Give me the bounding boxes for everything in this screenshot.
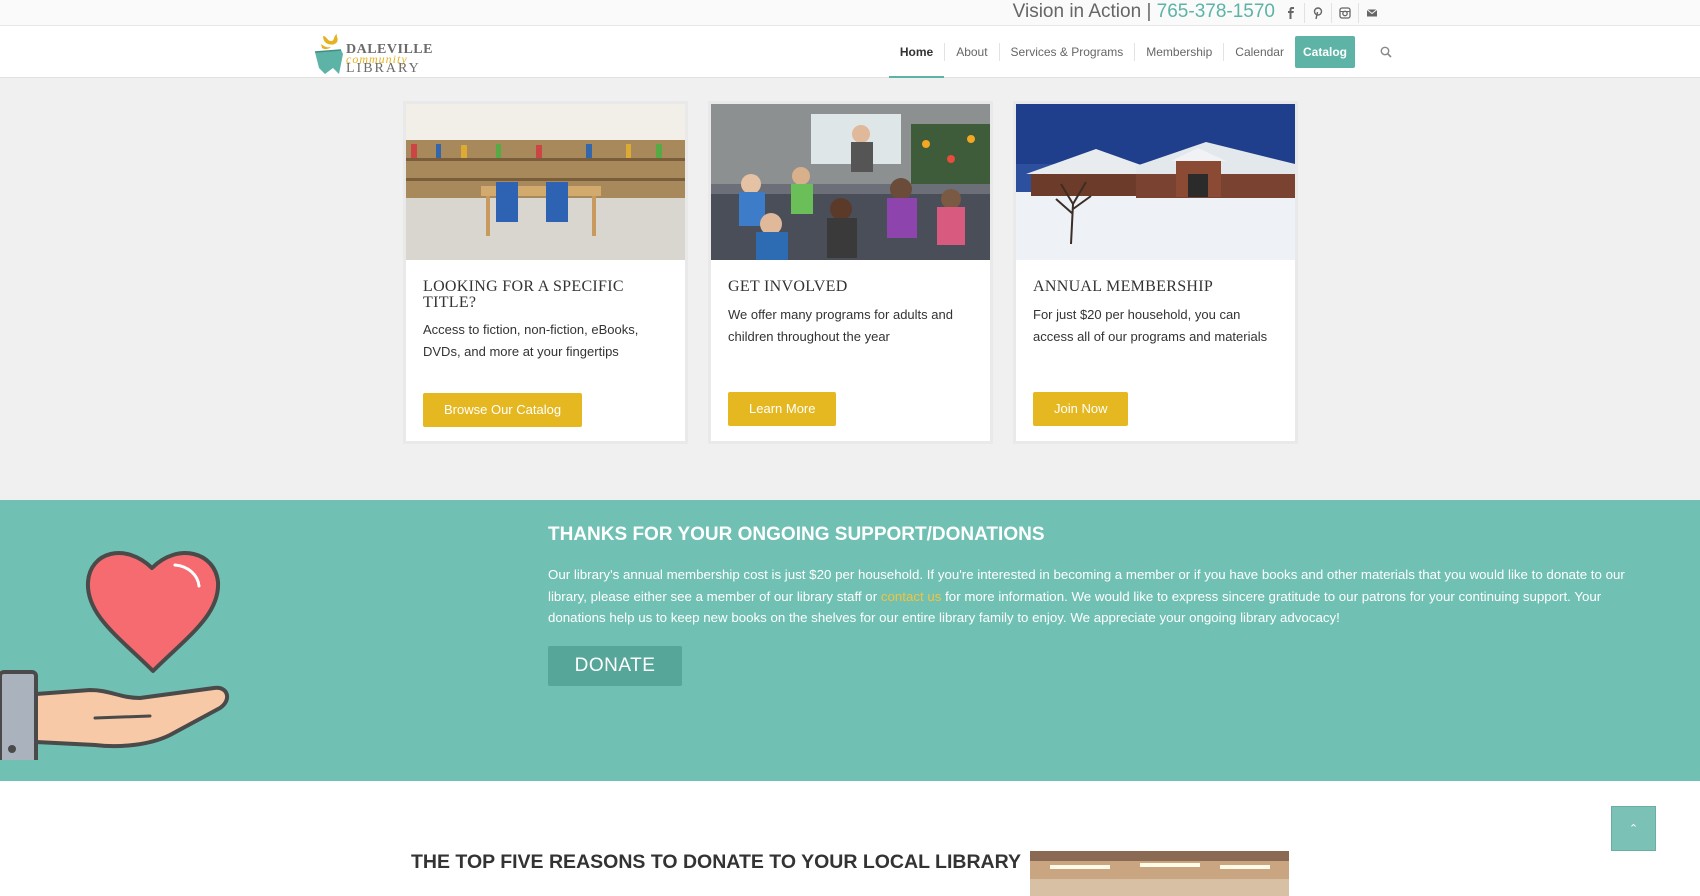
library-interior-photo xyxy=(1030,851,1289,896)
nav-item-about[interactable]: About xyxy=(944,43,998,61)
nav-item-home[interactable]: Home xyxy=(888,43,945,78)
nav-item-catalog[interactable]: Catalog xyxy=(1294,36,1355,68)
feature-cards: LOOKING FOR A SPECIFIC TITLE? Access to … xyxy=(403,101,1298,444)
donate-button[interactable]: DONATE xyxy=(548,646,682,686)
site-header: DALEVILLE community LIBRARY Home About S… xyxy=(0,26,1700,78)
tagline-text: Vision in Action | xyxy=(1012,1,1152,22)
reasons-section: THE TOP FIVE REASONS TO DONATE TO YOUR L… xyxy=(0,781,1700,896)
card-title: ANNUAL MEMBERSHIP xyxy=(1033,278,1214,295)
social-links xyxy=(1277,3,1385,23)
donation-band: THANKS FOR YOUR ONGOING SUPPORT/DONATION… xyxy=(0,500,1700,781)
nav-item-services-programs[interactable]: Services & Programs xyxy=(998,43,1135,61)
scroll-to-top-button[interactable]: ⌃ xyxy=(1611,806,1656,851)
nav-item-membership[interactable]: Membership xyxy=(1134,43,1223,61)
card-title: GET INVOLVED xyxy=(728,278,848,295)
card-title: LOOKING FOR A SPECIFIC TITLE? xyxy=(423,278,624,311)
card-text: For just $20 per household, you can acce… xyxy=(1033,307,1268,344)
facebook-icon[interactable] xyxy=(1277,3,1304,23)
contact-us-link[interactable]: contact us xyxy=(881,589,942,604)
card-catalog: LOOKING FOR A SPECIFIC TITLE? Access to … xyxy=(403,101,688,444)
browse-catalog-button[interactable]: Browse Our Catalog xyxy=(423,393,583,427)
reasons-heading: THE TOP FIVE REASONS TO DONATE TO YOUR L… xyxy=(411,851,1021,873)
join-now-button[interactable]: Join Now xyxy=(1033,392,1129,426)
learn-more-button[interactable]: Learn More xyxy=(728,392,837,426)
nav-item-calendar[interactable]: Calendar xyxy=(1223,43,1295,61)
main-nav: Home About Services & Programs Membershi… xyxy=(888,26,1392,78)
instagram-icon[interactable] xyxy=(1331,3,1358,23)
logo-mark-icon xyxy=(314,34,343,74)
library-shelves-photo xyxy=(406,104,685,260)
card-membership: ANNUAL MEMBERSHIP For just $20 per house… xyxy=(1013,101,1298,444)
card-text: Access to fiction, non-fiction, eBooks, … xyxy=(423,322,639,359)
pinterest-icon[interactable] xyxy=(1304,3,1331,23)
phone-number[interactable]: 765-378-1570 xyxy=(1157,1,1275,22)
top-bar: Vision in Action | 765-378-1570 xyxy=(0,0,1700,26)
card-text: We offer many programs for adults and ch… xyxy=(728,307,953,344)
storytime-photo xyxy=(711,104,990,260)
mail-icon[interactable] xyxy=(1358,3,1385,23)
library-building-photo xyxy=(1016,104,1295,260)
tagline: Vision in Action | 765-378-1570 xyxy=(1013,1,1275,23)
search-icon[interactable] xyxy=(1380,46,1392,58)
card-get-involved: GET INVOLVED We offer many programs for … xyxy=(708,101,993,444)
donation-text: Our library's annual membership cost is … xyxy=(548,564,1628,629)
library-logo[interactable]: DALEVILLE community LIBRARY xyxy=(313,30,433,76)
heart-in-hand-icon xyxy=(0,551,230,760)
logo-line-3: LIBRARY xyxy=(346,61,421,76)
chevron-up-icon: ⌃ xyxy=(1628,823,1639,835)
donation-heading: THANKS FOR YOUR ONGOING SUPPORT/DONATION… xyxy=(548,524,1045,545)
